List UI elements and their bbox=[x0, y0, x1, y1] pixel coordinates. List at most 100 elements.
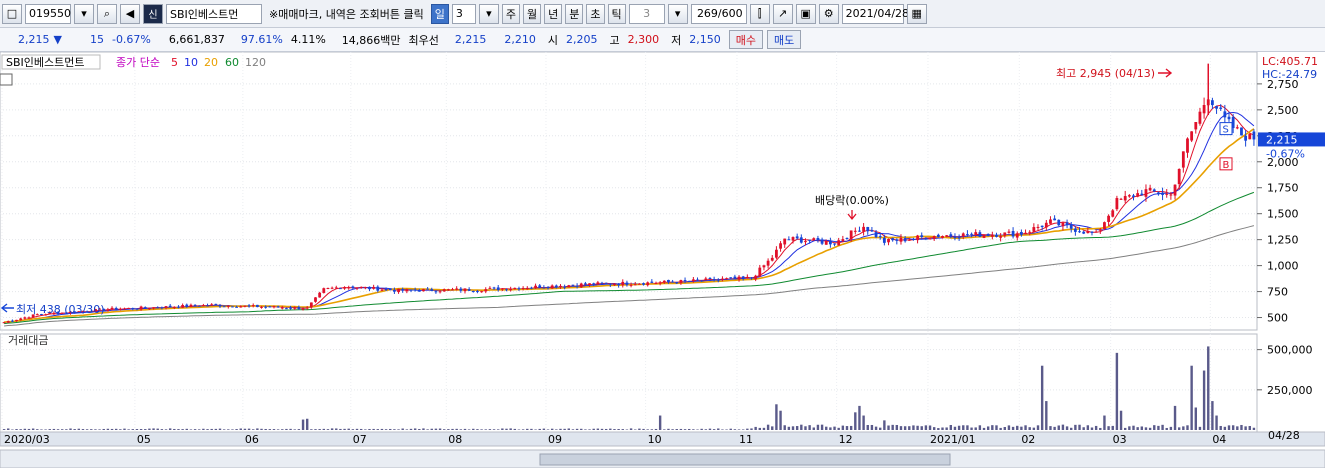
save-icon[interactable]: ▣ bbox=[795, 3, 816, 24]
indicator-icon[interactable]: ↗ bbox=[772, 3, 793, 24]
period-second-tab[interactable]: 초 bbox=[586, 3, 605, 24]
candle-body bbox=[808, 239, 812, 241]
period-year-tab[interactable]: 년 bbox=[544, 3, 563, 24]
candle-body bbox=[1090, 231, 1094, 233]
candle-body bbox=[571, 284, 575, 286]
y-tick-label: 1,750 bbox=[1267, 182, 1299, 195]
sell-button[interactable]: 매도 bbox=[767, 30, 802, 49]
volume-bar bbox=[721, 429, 724, 430]
period-week-tab[interactable]: 주 bbox=[501, 3, 521, 24]
volume-bar bbox=[94, 429, 97, 430]
candlestick-chart[interactable]: 2,7502,5002,2502,0001,7501,5001,2501,000… bbox=[0, 52, 1325, 468]
unit-dropdown-icon[interactable]: ▾ bbox=[667, 3, 688, 24]
candle-body bbox=[1003, 232, 1007, 236]
volume-bar bbox=[297, 429, 301, 430]
candle-body bbox=[1173, 184, 1177, 196]
volume-bar bbox=[580, 428, 583, 430]
volume-bar bbox=[650, 429, 654, 430]
period-day-count[interactable]: 3 bbox=[451, 3, 476, 24]
search-icon[interactable]: ⌕ bbox=[97, 3, 117, 24]
x-tick-label: 12 bbox=[839, 433, 853, 446]
volume-bar bbox=[455, 428, 458, 430]
volume-bar bbox=[44, 429, 47, 430]
candle-body bbox=[210, 304, 214, 306]
candle-body bbox=[123, 308, 126, 310]
candle-body bbox=[679, 280, 683, 283]
volume-bar bbox=[849, 425, 853, 430]
volume-bar bbox=[741, 429, 745, 430]
code-dropdown-icon[interactable]: ▾ bbox=[74, 3, 94, 24]
candle-body bbox=[1186, 138, 1189, 153]
candle-body bbox=[812, 238, 816, 241]
calendar-icon[interactable]: ▦ bbox=[906, 3, 927, 24]
period-minute-tab[interactable]: 분 bbox=[565, 3, 584, 24]
candle-body bbox=[127, 307, 131, 309]
candle-body bbox=[986, 233, 990, 236]
volume-bar bbox=[85, 429, 89, 430]
volume-bar bbox=[1244, 426, 1247, 430]
volume-bar bbox=[1003, 427, 1006, 430]
period-day-tab[interactable]: 일 bbox=[430, 3, 449, 24]
period-month-tab[interactable]: 월 bbox=[523, 3, 542, 24]
candle-body bbox=[887, 238, 890, 243]
table-toggle-icon[interactable] bbox=[0, 73, 13, 86]
candle-body bbox=[1011, 231, 1015, 237]
count-field[interactable]: 269/600 bbox=[690, 3, 747, 24]
candle-body bbox=[625, 282, 629, 285]
volume-bar bbox=[945, 427, 948, 430]
volume-bar bbox=[347, 428, 350, 430]
volume-bar bbox=[497, 429, 500, 430]
candle-body bbox=[708, 278, 712, 280]
volume-bar bbox=[1124, 427, 1127, 430]
volume-bar bbox=[891, 424, 894, 430]
candle-body bbox=[563, 286, 567, 288]
period-tick-tab[interactable]: 틱 bbox=[607, 3, 626, 24]
candle-body bbox=[1165, 193, 1169, 195]
candle-body bbox=[899, 237, 903, 242]
candle-body bbox=[1040, 225, 1044, 228]
candle-body bbox=[480, 291, 483, 293]
volume-bar bbox=[1090, 427, 1094, 430]
candle-body bbox=[700, 280, 704, 282]
candle-body bbox=[654, 283, 658, 285]
window-menu-icon[interactable]: □ bbox=[2, 3, 22, 24]
date-input[interactable]: 2021/04/28 bbox=[841, 3, 909, 24]
candle-body bbox=[725, 278, 728, 280]
candle-body bbox=[1065, 222, 1069, 225]
volume-bar bbox=[795, 426, 799, 430]
stock-code-input[interactable]: 019550 bbox=[25, 3, 71, 24]
candle-body bbox=[177, 306, 180, 308]
volume-bar bbox=[899, 426, 903, 430]
candle-body bbox=[426, 288, 430, 290]
candle-body bbox=[305, 307, 309, 309]
buy-button[interactable]: 매수 bbox=[728, 30, 764, 49]
unit-input[interactable]: 3 bbox=[628, 3, 665, 24]
volume-bar bbox=[791, 426, 795, 430]
volume-bar bbox=[148, 428, 151, 430]
volume-bar bbox=[434, 428, 438, 430]
volume-bar bbox=[841, 425, 845, 430]
candle-body bbox=[451, 289, 454, 291]
volume-bar bbox=[218, 428, 222, 430]
volume-bar bbox=[717, 428, 720, 430]
gear-icon[interactable]: ⚙ bbox=[818, 3, 839, 24]
candle-settings-icon[interactable]: ⫿ bbox=[749, 3, 770, 24]
candle-body bbox=[1219, 107, 1223, 109]
volume-bar bbox=[663, 429, 666, 430]
volume-bar bbox=[61, 429, 64, 430]
volume-bar bbox=[77, 428, 81, 430]
period-tick-label: 틱 bbox=[611, 7, 622, 21]
candle-body bbox=[193, 304, 197, 306]
candle-body bbox=[23, 317, 27, 319]
x-tick-label: 10 bbox=[648, 433, 662, 446]
speaker-icon[interactable]: ◀ bbox=[120, 3, 140, 24]
volume-bar bbox=[800, 424, 803, 430]
candle-body bbox=[10, 320, 14, 322]
candle-body bbox=[712, 279, 716, 281]
volume-bar bbox=[845, 426, 849, 430]
volume-bar bbox=[98, 429, 101, 430]
volume-bar bbox=[592, 428, 595, 430]
period-dropdown-icon[interactable]: ▾ bbox=[478, 3, 499, 24]
candle-body bbox=[1057, 219, 1061, 226]
volume-bar bbox=[1074, 424, 1077, 430]
